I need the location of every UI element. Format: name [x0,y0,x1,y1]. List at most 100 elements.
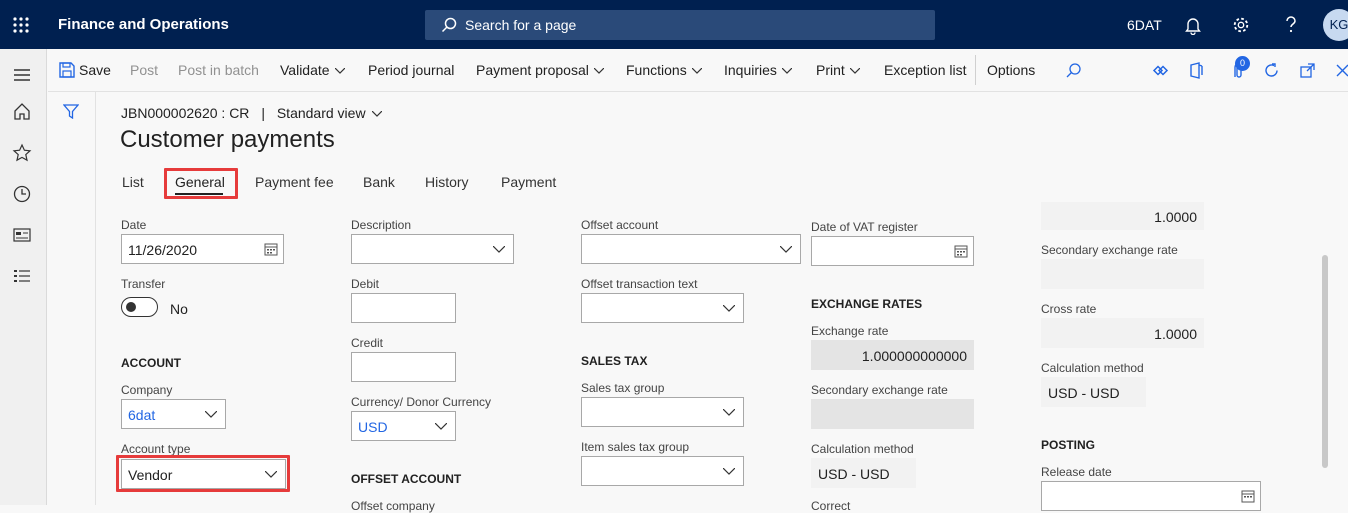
offset-account-select[interactable] [581,234,801,264]
breadcrumb: JBN000002620 : CR | Standard view [121,105,382,121]
page-title: Customer payments [120,126,335,153]
date-value: 11/26/2020 [128,242,198,258]
options-button[interactable]: Options [987,62,1035,78]
currency-select[interactable]: USD [351,411,456,441]
search-icon [441,17,457,33]
chevron-down-icon [371,110,382,118]
inquiries-menu[interactable]: Inquiries [724,62,792,78]
chevron-down-icon [723,409,735,416]
breadcrumb-separator: | [261,105,265,121]
gear-icon[interactable] [1232,15,1250,35]
filter-column [48,92,96,505]
chevron-down-icon [334,68,345,75]
chevron-down-icon [435,423,447,430]
payment-proposal-menu[interactable]: Payment proposal [476,62,604,78]
print-menu[interactable]: Print [816,62,860,78]
offset-text-select[interactable] [581,293,744,323]
secondary-rate-field [811,399,974,429]
divider [975,55,976,85]
app-launcher-icon[interactable] [12,16,30,34]
r-calc-method-label: Calculation method [1041,361,1144,375]
release-date-field[interactable] [1041,481,1261,511]
chevron-down-icon [593,68,604,75]
post-in-batch-button[interactable]: Post in batch [178,62,259,78]
calendar-icon[interactable] [264,242,278,256]
app-title[interactable]: Finance and Operations [58,16,229,33]
tab-history[interactable]: History [425,174,469,190]
open-new-window-icon[interactable] [1299,62,1316,79]
help-icon[interactable] [1282,15,1300,35]
tab-payment[interactable]: Payment [501,174,556,190]
currency-label: Currency/ Donor Currency [351,395,492,409]
save-icon[interactable] [59,62,75,78]
attachment-count-badge: 0 [1235,56,1250,71]
search-icon[interactable] [1065,62,1082,79]
offset-account-label: Offset account [581,218,659,232]
cross-rate-field: 1.0000 [1041,318,1204,348]
vertical-scrollbar[interactable] [1322,255,1328,468]
company-picker[interactable]: 6DAT [1127,17,1162,33]
toggle-knob [126,302,136,312]
calc-method-label: Calculation method [811,442,914,456]
chevron-down-icon [723,305,735,312]
offset-text-label: Offset transaction text [581,277,698,291]
calc-method-field: USD - USD [811,458,916,488]
description-select[interactable] [351,234,514,264]
functions-label: Functions [626,62,687,78]
chevron-down-icon [849,68,860,75]
correct-label: Correct [811,499,851,513]
avatar[interactable]: KG [1323,9,1348,41]
chevron-down-icon [723,468,735,475]
workspaces-icon[interactable] [12,225,32,245]
tab-list[interactable]: List [122,174,144,190]
calendar-icon[interactable] [1241,489,1255,503]
post-button[interactable]: Post [130,62,158,78]
tab-bank[interactable]: Bank [363,174,395,190]
star-icon[interactable] [12,143,32,163]
cross-rate-label: Cross rate [1041,302,1097,316]
transfer-toggle[interactable] [121,297,158,317]
view-selector[interactable]: Standard view [277,105,382,121]
company-value: 6dat [128,407,156,423]
exchange-rate-label: Exchange rate [811,324,889,338]
power-apps-icon[interactable] [1152,62,1169,79]
search-placeholder: Search for a page [465,17,577,33]
refresh-icon[interactable] [1263,62,1280,79]
functions-menu[interactable]: Functions [626,62,702,78]
r-calc-method-field: USD - USD [1041,377,1146,407]
item-sales-tax-group-select[interactable] [581,456,744,486]
search-box[interactable]: Search for a page [425,10,935,40]
company-select[interactable]: 6dat [121,399,226,429]
period-journal-button[interactable]: Period journal [368,62,454,78]
highlight-general-tab [164,168,238,199]
sales-tax-group-select[interactable] [581,397,744,427]
vat-date-field[interactable] [811,236,974,266]
r-secondary-rate-label: Secondary exchange rate [1041,243,1178,257]
tab-payment-fee[interactable]: Payment fee [255,174,334,190]
rate-field: 1.0000 [1041,202,1204,230]
date-field[interactable]: 11/26/2020 [121,234,284,264]
close-icon[interactable] [1334,62,1348,79]
hamburger-icon[interactable] [12,65,32,85]
filter-icon[interactable] [63,103,79,119]
sales-tax-group-label: Sales tax group [581,381,665,395]
highlight-account-type [116,455,290,492]
sales-tax-section-header: SALES TAX [581,354,648,368]
save-button[interactable]: Save [79,62,111,78]
modules-icon[interactable] [12,267,32,287]
bell-icon[interactable] [1184,15,1202,35]
credit-input[interactable] [351,352,456,382]
home-icon[interactable] [12,101,32,121]
calendar-icon[interactable] [954,244,968,258]
journal-id: JBN000002620 : CR [121,105,250,121]
company-label: Company [121,383,173,397]
print-label: Print [816,62,845,78]
validate-menu[interactable]: Validate [280,62,345,78]
debit-input[interactable] [351,293,456,323]
clock-icon[interactable] [12,184,32,204]
exception-list-button[interactable]: Exception list [884,62,966,78]
office-icon[interactable] [1188,62,1205,79]
inquiries-label: Inquiries [724,62,777,78]
top-bar: Finance and Operations Search for a page… [0,0,1348,49]
vat-date-label: Date of VAT register [811,220,918,234]
